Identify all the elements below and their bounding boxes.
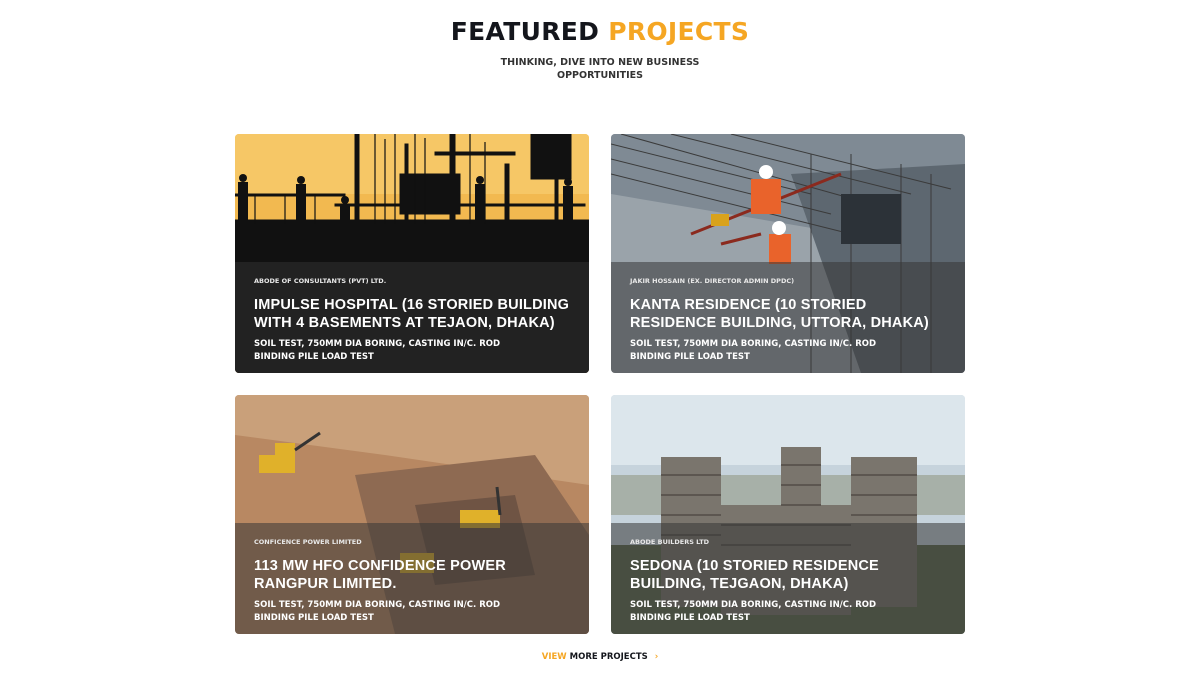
projects-grid: ABODE OF CONSULTANTS (PVT) LTD. IMPULSE … <box>235 134 965 635</box>
view-more-container: VIEW MORE PROJECTS › <box>0 652 1200 662</box>
project-client: CONFICENCE POWER LIMITED <box>254 538 362 546</box>
project-card-confidence-power[interactable]: CONFICENCE POWER LIMITED 113 MW HFO CONF… <box>235 395 589 634</box>
project-info: ABODE OF CONSULTANTS (PVT) LTD. IMPULSE … <box>235 262 589 373</box>
project-info: JAKIR HOSSAIN (EX. DIRECTOR ADMIN DPDC) … <box>611 262 965 373</box>
project-info: ABODE BUILDERS LTD SEDONA (10 STORIED RE… <box>611 523 965 634</box>
title-accent: PROJECTS <box>608 17 750 46</box>
project-info: CONFICENCE POWER LIMITED 113 MW HFO CONF… <box>235 523 589 634</box>
view-more-link[interactable]: VIEW MORE PROJECTS › <box>542 652 659 662</box>
section-header: FEATURED PROJECTS THINKING, DIVE INTO NE… <box>0 16 1200 82</box>
project-card-sedona[interactable]: ABODE BUILDERS LTD SEDONA (10 STORIED RE… <box>611 395 965 634</box>
project-client: ABODE BUILDERS LTD <box>630 538 710 546</box>
section-subtitle: THINKING, DIVE INTO NEW BUSINESS OPPORTU… <box>500 57 700 81</box>
project-card-impulse-hospital[interactable]: ABODE OF CONSULTANTS (PVT) LTD. IMPULSE … <box>235 134 589 373</box>
project-card-kanta-residence[interactable]: JAKIR HOSSAIN (EX. DIRECTOR ADMIN DPDC) … <box>611 134 965 373</box>
project-title[interactable]: KANTA RESIDENCE (10 STORIED RESIDENCE BU… <box>630 296 953 332</box>
view-more-label: MORE PROJECTS <box>569 652 648 662</box>
title-main: FEATURED <box>450 17 600 46</box>
chevron-right-icon: › <box>654 652 659 662</box>
section-title: FEATURED PROJECTS <box>0 16 1200 48</box>
project-description: SOIL TEST, 750MM DIA BORING, CASTING IN/… <box>630 600 877 623</box>
project-description: SOIL TEST, 750MM DIA BORING, CASTING IN/… <box>254 339 501 362</box>
project-title[interactable]: IMPULSE HOSPITAL (16 STORIED BUILDING WI… <box>254 296 577 332</box>
project-description: SOIL TEST, 750MM DIA BORING, CASTING IN/… <box>630 339 877 362</box>
project-title[interactable]: SEDONA (10 STORIED RESIDENCE BUILDING, T… <box>630 557 953 593</box>
project-client: ABODE OF CONSULTANTS (PVT) LTD. <box>254 277 387 285</box>
project-client: JAKIR HOSSAIN (EX. DIRECTOR ADMIN DPDC) <box>630 277 795 285</box>
view-more-word: VIEW <box>541 652 567 662</box>
project-title[interactable]: 113 MW HFO CONFIDENCE POWER RANGPUR LIMI… <box>254 557 577 593</box>
project-description: SOIL TEST, 750MM DIA BORING, CASTING IN/… <box>254 600 501 623</box>
